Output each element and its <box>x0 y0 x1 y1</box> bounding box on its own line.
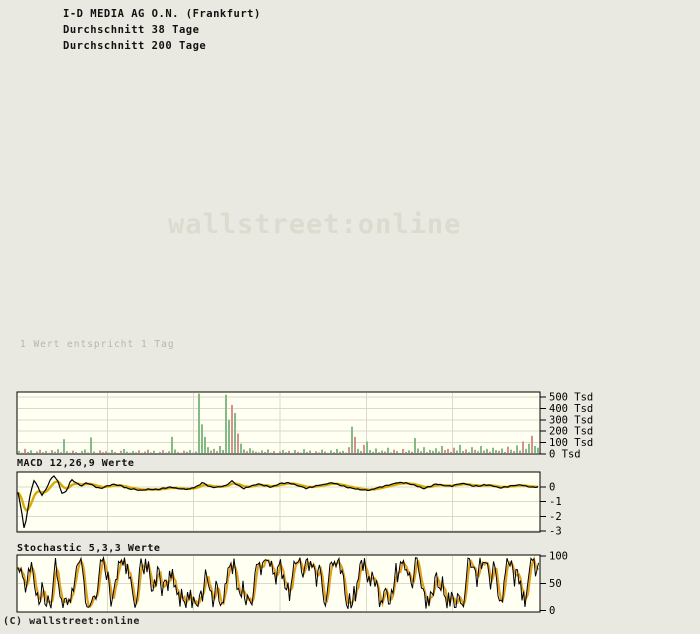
y-tick-label: 100 Tsd <box>549 437 593 449</box>
y-tick-label: -1 <box>549 496 562 508</box>
y-tick-label: 50 <box>549 578 562 590</box>
series-color-swatch <box>30 10 53 19</box>
chart-legend: I-D MEDIA AG O.N. (Frankfurt) Durchschni… <box>30 6 261 54</box>
y-tick-label: 0 Tsd <box>549 449 581 461</box>
y-tick-label: 500 Tsd <box>549 392 593 404</box>
y-tick-label: -2 <box>549 511 562 523</box>
series-color-swatch <box>30 26 53 35</box>
copyright-label: (C) wallstreet:online <box>3 616 140 627</box>
legend-item: Durchschnitt 200 Tage <box>30 38 261 54</box>
stochastic-panel-title: Stochastic 5,3,3 Werte <box>17 543 160 554</box>
y-tick-label: 300 Tsd <box>549 414 593 426</box>
chart-page: wallstreet:online 1 Wert entspricht 1 Ta… <box>0 0 700 634</box>
y-tick-label: 200 Tsd <box>549 426 593 438</box>
legend-item-label: Durchschnitt 38 Tage <box>63 24 199 36</box>
legend-item-label: I-D MEDIA AG O.N. (Frankfurt) <box>63 8 261 20</box>
y-tick-label: 400 Tsd <box>549 403 593 415</box>
charts-canvas: wallstreet:online 1 Wert entspricht 1 Ta… <box>0 0 700 634</box>
y-tick-label: 100 <box>549 551 568 563</box>
watermark-text: wallstreet:online <box>168 209 461 240</box>
y-tick-label: -3 <box>549 526 562 538</box>
legend-item-label: Durchschnitt 200 Tage <box>63 40 206 52</box>
y-tick-label: 0 <box>549 482 555 494</box>
macd-panel-title: MACD 12,26,9 Werte <box>17 458 134 469</box>
legend-item: Durchschnitt 38 Tage <box>30 22 261 38</box>
footnote-label: 1 Wert entspricht 1 Tag <box>20 339 175 350</box>
y-tick-label: 0 <box>549 605 555 617</box>
legend-item: I-D MEDIA AG O.N. (Frankfurt) <box>30 6 261 22</box>
series-color-swatch <box>30 42 53 51</box>
